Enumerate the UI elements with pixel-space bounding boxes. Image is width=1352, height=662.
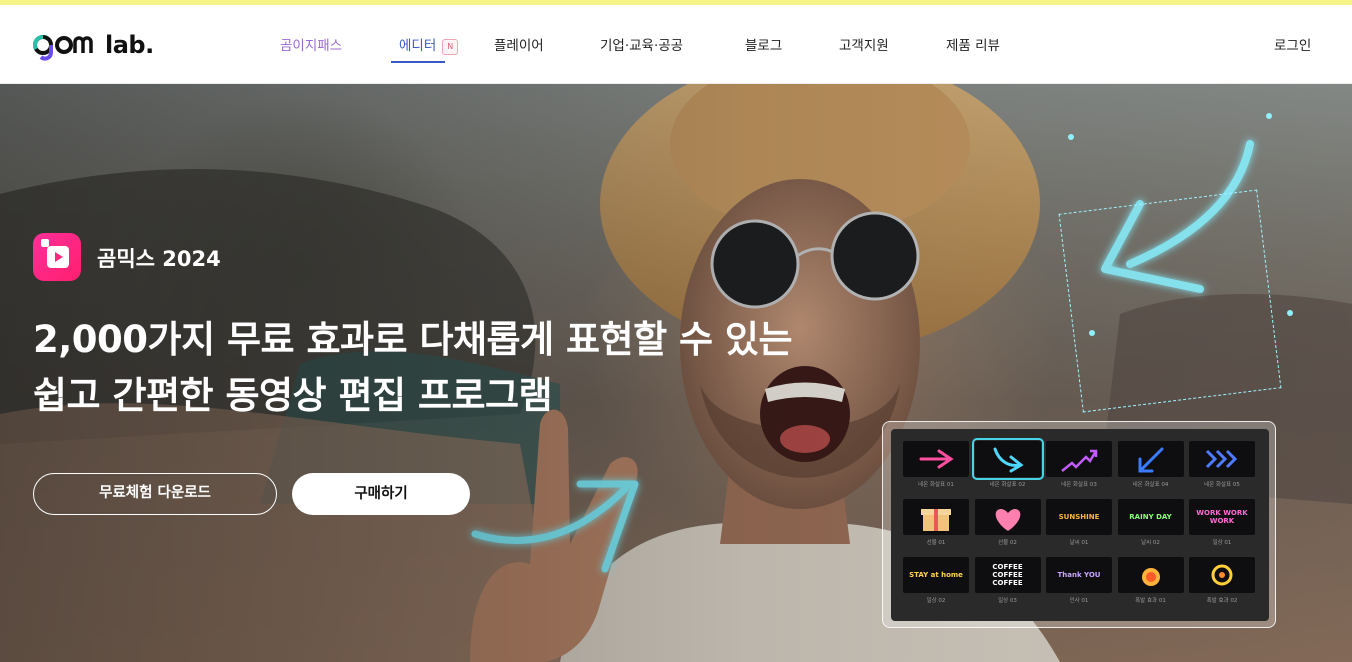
effect-item[interactable]: STAY at home 일상 02 (903, 557, 969, 605)
effect-thumbnail: SUNSHINE (1046, 499, 1112, 535)
neon-arrow-zigzag-icon (1061, 449, 1098, 472)
nav-support[interactable]: 고객지원 (839, 34, 889, 54)
effect-item[interactable]: 네온 화살표 04 (1117, 441, 1184, 489)
selection-handle[interactable] (1266, 113, 1272, 119)
effect-label: 폭발 효과 02 (1206, 598, 1238, 604)
effect-label: 네온 화살표 01 (918, 482, 954, 488)
effect-label: 선물 01 (926, 540, 946, 546)
sunshine-text: SUNSHINE (1058, 513, 1100, 521)
nav-editor[interactable]: 에디터 N (399, 34, 459, 55)
effect-item[interactable]: Thank YOU 인사 01 (1046, 557, 1112, 605)
hero-headline: 2,000가지 무료 효과로 다채롭게 표현할 수 있는 쉽고 간편한 동영상 … (33, 312, 933, 424)
effect-label: 날씨 01 (1069, 540, 1089, 546)
purchase-button[interactable]: 구매하기 (292, 473, 470, 515)
nav-blog[interactable]: 블로그 (745, 34, 782, 54)
effect-item[interactable]: SUNSHINE 날씨 01 (1046, 499, 1112, 547)
main-nav: 곰이지패스 에디터 N 플레이어 기업·교육·공공 블로그 고객지원 제품 리뷰 … (0, 5, 1352, 84)
play-icon (47, 246, 69, 268)
gommix-app-icon (33, 233, 81, 281)
selection-handle[interactable] (1287, 310, 1293, 316)
headline-line-1: 2,000가지 무료 효과로 다채롭게 표현할 수 있는 (33, 318, 793, 361)
nav-editor-label: 에디터 (399, 38, 437, 54)
effect-label: 날씨 02 (1141, 540, 1160, 546)
neon-arrow-right-icon (919, 449, 954, 469)
effect-label: 일상 03 (998, 598, 1017, 604)
effect-item[interactable]: 네온 화살표 02 (971, 438, 1044, 489)
selection-handle[interactable] (1068, 134, 1074, 140)
effect-label: 인사 01 (1069, 598, 1089, 604)
neon-arrow-diagonal-icon (1138, 447, 1163, 473)
stay-at-home-text: STAY at home (909, 571, 963, 579)
effect-thumbnail (1189, 441, 1255, 477)
effect-thumbnail: STAY at home (903, 557, 969, 593)
nav-product-review[interactable]: 제품 리뷰 (946, 34, 1000, 54)
effect-thumbnail (1117, 557, 1184, 593)
effect-label: 네온 화살표 03 (1061, 482, 1097, 488)
effect-label: 네온 화살표 05 (1204, 482, 1240, 488)
effect-item[interactable]: 네온 화살표 01 (903, 441, 969, 489)
effect-thumbnail: WORK WORK WORK (1189, 499, 1255, 535)
site-header: lab. 곰이지패스 에디터 N 플레이어 기업·교육·공공 블로그 고객지원 제… (0, 5, 1352, 84)
product-name: 곰믹스 2024 (97, 247, 221, 271)
headline-line-2: 쉽고 간편한 동영상 편집 프로그램 (33, 374, 553, 417)
hero-banner: 곰믹스 2024 2,000가지 무료 효과로 다채롭게 표현할 수 있는 쉽고… (0, 84, 1352, 662)
gift-box-icon (921, 509, 951, 531)
effect-label: 네온 화살표 02 (989, 482, 1026, 488)
effect-thumbnail (903, 441, 969, 477)
effect-thumbnail (1046, 441, 1112, 477)
selection-frame (1058, 189, 1282, 413)
effect-thumbnail (903, 499, 969, 535)
effect-thumbnail (974, 499, 1041, 535)
heart-gift-icon (995, 509, 1020, 531)
effect-item[interactable]: 폭발 효과 02 (1189, 557, 1255, 605)
effect-thumbnail (1117, 441, 1184, 477)
nav-business-edu[interactable]: 기업·교육·공공 (600, 34, 683, 54)
new-badge: N (442, 39, 459, 55)
neon-arrow-curve-icon (993, 447, 1024, 473)
effect-thumbnail (1189, 557, 1255, 593)
effect-label: 일상 02 (926, 598, 946, 604)
effect-label: 선물 02 (998, 540, 1017, 546)
effect-thumbnail (971, 438, 1044, 480)
thank-you-text: Thank YOU (1057, 571, 1101, 579)
effect-thumbnail: COFFEE COFFEE COFFEE (974, 557, 1041, 593)
effect-item[interactable]: 선물 01 (903, 499, 969, 547)
explosion-icon (1141, 568, 1160, 586)
work-work-text: WORK WORK WORK (1196, 509, 1248, 525)
login-link[interactable]: 로그인 (1274, 34, 1311, 54)
fireball-icon (1211, 564, 1233, 586)
nav-gomeasypass[interactable]: 곰이지패스 (280, 34, 342, 54)
effects-panel-body: 네온 화살표 01 네온 화살표 02 네온 화살표 03 네온 화살표 04 네온 화… (891, 429, 1269, 621)
effect-item[interactable]: COFFEE COFFEE COFFEE 일상 03 (974, 557, 1041, 605)
effect-label: 폭발 효과 01 (1135, 598, 1166, 604)
rainy-day-text: RAINY DAY (1129, 513, 1172, 521)
effect-label: 일상 01 (1212, 540, 1232, 546)
effect-item[interactable]: 네온 화살표 03 (1046, 441, 1112, 489)
effects-panel: 네온 화살표 01 네온 화살표 02 네온 화살표 03 네온 화살표 04 네온 화… (882, 421, 1276, 628)
effect-item[interactable]: 선물 02 (974, 499, 1041, 547)
effect-item[interactable]: 네온 화살표 05 (1189, 441, 1255, 489)
neon-chevrons-icon (1205, 449, 1238, 469)
coffee-text: COFFEE COFFEE COFFEE (992, 563, 1023, 587)
effect-item[interactable]: WORK WORK WORK 일상 01 (1189, 499, 1255, 547)
nav-player[interactable]: 플레이어 (494, 34, 544, 54)
effect-item[interactable]: RAINY DAY 날씨 02 (1117, 499, 1184, 547)
effect-label: 네온 화살표 04 (1132, 482, 1169, 488)
effect-item[interactable]: 폭발 효과 01 (1117, 557, 1184, 605)
effect-thumbnail: RAINY DAY (1117, 499, 1184, 535)
selection-handle[interactable] (1089, 330, 1095, 336)
nav-active-underline (391, 61, 445, 63)
free-trial-download-button[interactable]: 무료체험 다운로드 (33, 473, 277, 515)
effect-thumbnail: Thank YOU (1046, 557, 1112, 593)
